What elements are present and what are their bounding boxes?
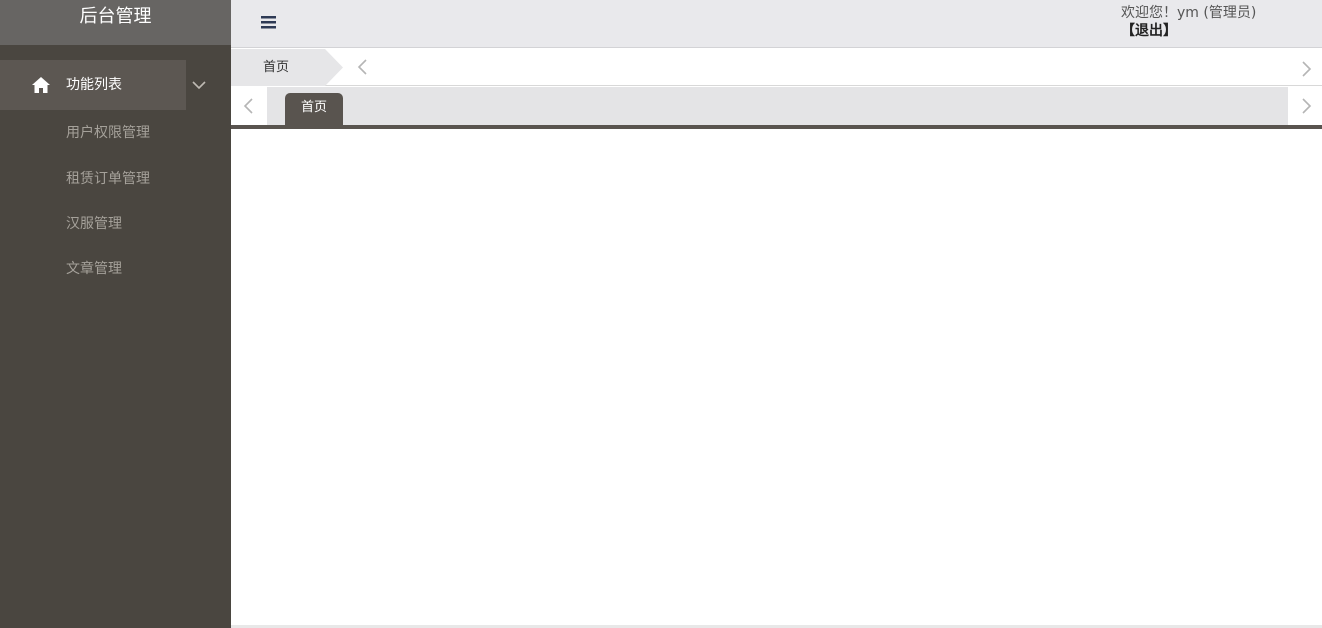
tabs-scroll-right[interactable] xyxy=(1288,87,1322,125)
logout-link[interactable]: 【退出】 xyxy=(1121,23,1177,40)
sidebar-item-hanfu[interactable]: 汉服管理 xyxy=(66,215,122,233)
menu-group-function-list[interactable]: 功能列表 xyxy=(0,60,231,110)
chevron-left-icon xyxy=(243,98,253,114)
tab-home[interactable]: 首页 xyxy=(285,93,343,125)
hamburger-icon[interactable] xyxy=(260,13,278,31)
sidebar-item-rental-orders[interactable]: 租赁订单管理 xyxy=(66,170,150,188)
main-content xyxy=(231,129,1322,628)
home-icon xyxy=(32,77,50,93)
breadcrumb-home[interactable]: 首页 xyxy=(231,49,344,86)
sidebar-title: 后台管理 xyxy=(0,0,231,45)
menu-group-label: 功能列表 xyxy=(66,77,122,93)
tabs-bar: 首页 xyxy=(231,87,1322,125)
chevron-left-icon[interactable] xyxy=(356,58,370,76)
tabs-scroll-left[interactable] xyxy=(231,87,267,125)
breadcrumb-label: 首页 xyxy=(263,60,290,75)
breadcrumb: 首页 xyxy=(231,49,1322,86)
chevron-right-icon[interactable] xyxy=(1299,60,1313,78)
chevron-down-icon[interactable] xyxy=(191,78,207,92)
sidebar-item-articles[interactable]: 文章管理 xyxy=(66,260,122,278)
top-header: 欢迎您！ym (管理员) 【退出】 xyxy=(231,0,1322,48)
sidebar-item-user-permissions[interactable]: 用户权限管理 xyxy=(66,124,150,142)
welcome-text: 欢迎您！ym (管理员) xyxy=(1121,5,1257,21)
sidebar: 后台管理 功能列表 用户权限管理 租赁订单管理 汉服管理 文章管理 xyxy=(0,0,231,628)
chevron-right-icon xyxy=(1302,98,1312,114)
